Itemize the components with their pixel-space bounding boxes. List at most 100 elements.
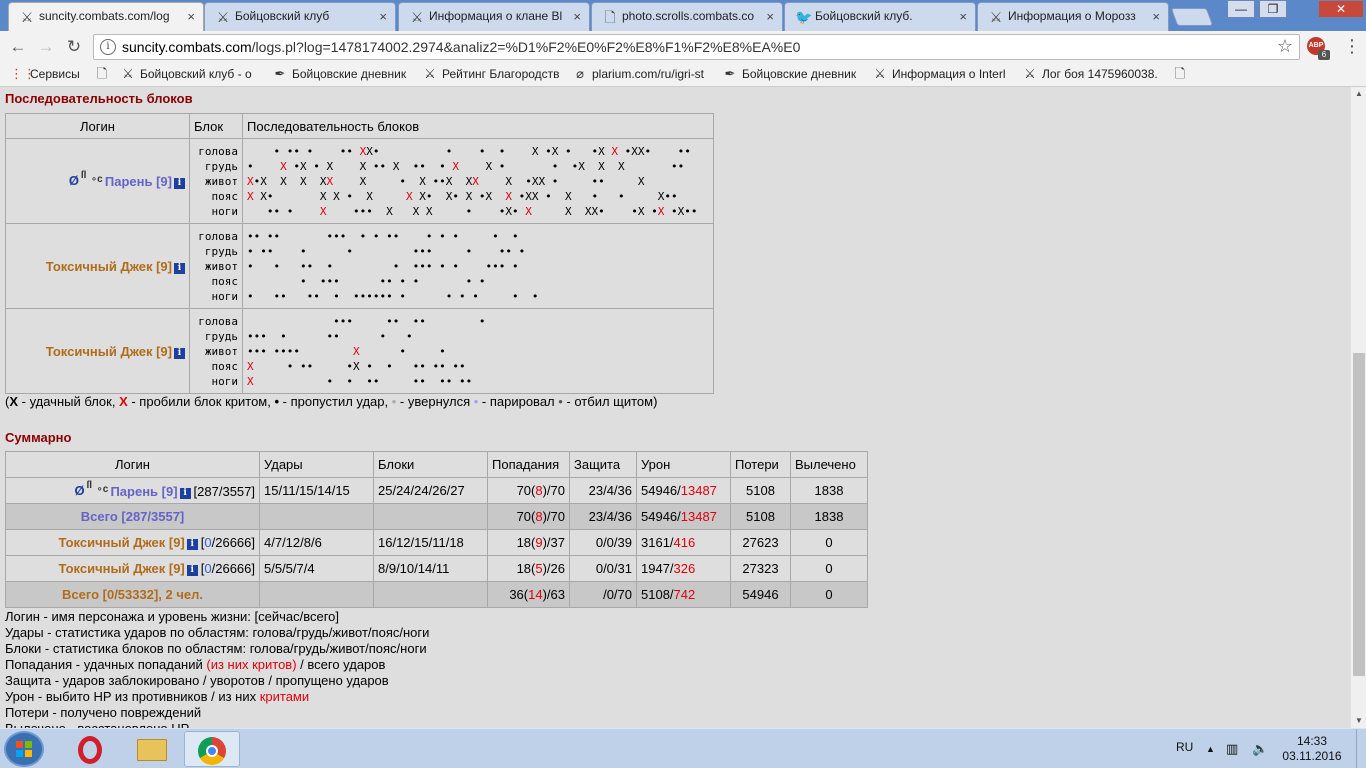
note-line: Вылечено - восстановлено HP xyxy=(5,721,429,728)
tab-close-icon[interactable]: × xyxy=(379,3,387,30)
page-icon: 🗋 xyxy=(604,9,616,25)
note-highlight: критами xyxy=(259,689,310,704)
tab-1[interactable]: ⚔ Бойцовский клуб × xyxy=(204,2,396,31)
page-icon: 🗋 xyxy=(96,66,108,81)
player-name-link[interactable]: Токсичный Джек [9] xyxy=(46,259,172,274)
block-sequence-line: ••• •••• X • • xyxy=(247,344,446,358)
summary-section-title: Суммарно xyxy=(5,430,72,445)
player-info-icon[interactable]: i xyxy=(174,178,185,189)
hits-landed: 36( xyxy=(509,587,529,602)
chrome-icon[interactable] xyxy=(184,731,240,767)
back-button[interactable]: ← xyxy=(8,37,28,57)
url-text: suncity.combats.com/logs.pl?log=14781740… xyxy=(122,39,800,55)
bookmark-item[interactable]: ⌀ plarium.com/ru/igri-st xyxy=(572,66,732,83)
player-info-icon[interactable]: i xyxy=(174,262,185,274)
tab-close-icon[interactable]: × xyxy=(959,3,967,30)
bookmark-star-icon[interactable]: ☆ xyxy=(1277,36,1293,57)
window-close-button[interactable]: ✕ xyxy=(1318,0,1364,18)
start-button[interactable] xyxy=(4,731,44,767)
show-hidden-icons-icon[interactable]: ▲ xyxy=(1206,729,1215,768)
summary-healed-cell: 1838 xyxy=(790,503,868,530)
url-host: suncity.combats.com xyxy=(122,39,252,55)
maximize-button[interactable]: ❐ xyxy=(1259,0,1287,18)
player-info-icon[interactable]: i xyxy=(174,347,185,359)
tab-close-icon[interactable]: × xyxy=(573,3,581,30)
scrollbar-thumb[interactable] xyxy=(1353,353,1365,676)
damage-crit: 742 xyxy=(673,587,696,602)
minimize-button[interactable]: — xyxy=(1227,0,1255,18)
hits-total: )/26 xyxy=(542,561,565,576)
player-hp-rest: /26666] xyxy=(211,535,255,550)
apps-grid-icon: ⋮⋮ xyxy=(10,66,36,81)
language-indicator[interactable]: RU xyxy=(1176,729,1193,768)
opera-icon[interactable] xyxy=(62,731,118,767)
damage-value: 3161/ xyxy=(641,535,674,550)
crossed-swords-icon: ⚔ xyxy=(216,9,230,25)
tab-close-icon[interactable]: × xyxy=(187,3,195,30)
show-desktop-button[interactable] xyxy=(1356,729,1366,768)
bookmark-item[interactable]: ✒ Бойцовские дневник xyxy=(722,66,882,83)
player-info-icon[interactable]: i xyxy=(186,539,198,550)
note-line: Защита - ударов заблокировано / уворотов… xyxy=(5,673,429,689)
summary-defense-cell: 23/4/36 xyxy=(569,477,637,504)
summary-col-header: Урон xyxy=(636,451,731,478)
losses-value: 27623 xyxy=(742,535,779,550)
url-path: /logs.pl?log=1478174002.2974&analiz2=%D1… xyxy=(251,39,801,55)
network-icon[interactable]: ▥ xyxy=(1226,729,1238,768)
summary-losses-cell: 5108 xyxy=(730,477,791,504)
bookmark-item[interactable]: ⚔ Рейтинг Благородств xyxy=(422,66,582,83)
new-tab-button[interactable] xyxy=(1170,8,1214,26)
block-sequence-line: ••• • •• • • xyxy=(247,329,413,343)
tab-5[interactable]: ⚔ Информация о Морозз × xyxy=(977,2,1169,31)
damage-crit: 416 xyxy=(673,535,696,550)
browser-menu-icon[interactable]: ⋮ xyxy=(1343,36,1361,56)
explorer-folder-icon[interactable] xyxy=(124,731,180,767)
tab-close-icon[interactable]: × xyxy=(766,3,774,30)
site-info-icon[interactable]: i xyxy=(100,39,116,55)
reload-button[interactable]: ↻ xyxy=(64,37,84,57)
player-name-link[interactable]: Парень [9] xyxy=(105,174,172,189)
bookmark-item[interactable]: ⋮⋮ Сервисы xyxy=(10,66,104,83)
legend-text: - отбил щитом) xyxy=(562,394,658,409)
system-clock[interactable]: 14:33 03.11.2016 xyxy=(1280,734,1344,764)
player-name-link[interactable]: Токсичный Джек [9] xyxy=(46,344,172,359)
adblock-count-badge: 6 xyxy=(1318,50,1330,60)
blocks-table: Логин Блок Последовательность блоков Øſl… xyxy=(5,113,714,394)
damage-value: 54946/ xyxy=(641,509,681,524)
bookmark-item[interactable]: ⚔ Лог боя 1475960038. xyxy=(1022,66,1182,83)
bookmark-item[interactable]: ⚔ Бойцовский клуб - о xyxy=(120,66,280,83)
summary-blocks-cell: 8/9/10/14/11 xyxy=(373,555,488,582)
player-info-icon[interactable]: i xyxy=(179,487,191,499)
forward-button[interactable]: → xyxy=(36,37,56,57)
player-info-icon[interactable]: i xyxy=(186,565,198,576)
bookmark-item[interactable]: 🗋 xyxy=(1172,66,1208,83)
scroll-up-icon[interactable]: ▲ xyxy=(1351,87,1366,101)
note-text: Урон - выбито HP из противников / из них xyxy=(5,689,260,704)
zone-label: голова xyxy=(198,314,238,328)
address-bar[interactable]: i suncity.combats.com/logs.pl?log=147817… xyxy=(93,34,1300,60)
page-icon: 🗋 xyxy=(1174,66,1186,81)
blocks-sequence-cell: •• •• ••• • • •• • • • • • • •• • • ••• •… xyxy=(242,223,714,309)
scroll-down-icon[interactable]: ▼ xyxy=(1351,714,1366,728)
bookmark-item[interactable]: ✒ Бойцовские дневник xyxy=(272,66,432,83)
tab-2[interactable]: ⚔ Информация о клане Bl × xyxy=(398,2,590,31)
blocks-player-row: Токсичный Джек [9] i голова грудь живот пояс н… xyxy=(5,223,714,309)
tab-0[interactable]: ⚔ suncity.combats.com/log × xyxy=(8,2,204,31)
tab-close-icon[interactable]: × xyxy=(1152,3,1160,30)
note-line: Потери - получено повреждений xyxy=(5,705,429,721)
hits-value: 5/5/5/7/4 xyxy=(264,561,315,576)
volume-icon[interactable]: 🔈 xyxy=(1252,729,1268,768)
windows-taskbar: RU ▲ ▥ 🔈 14:33 03.11.2016 xyxy=(0,728,1366,768)
tab-4[interactable]: 🐦 Бойцовский клуб. × xyxy=(784,2,976,31)
hits-value: 15/11/15/14/15 xyxy=(264,483,350,498)
clock-date: 03.11.2016 xyxy=(1282,749,1342,763)
bookmark-item[interactable]: ⚔ Информация о Interl xyxy=(872,66,1032,83)
player-name-link[interactable]: Токсичный Джек [9] xyxy=(58,535,184,550)
tab-3[interactable]: 🗋 photo.scrolls.combats.co × xyxy=(591,2,783,31)
summary-player-row: Токсичный Джек [9] i [0/26666] 5/5/5/7/4 8/9… xyxy=(5,555,868,582)
legend-text: - парировал xyxy=(478,394,559,409)
summary-losses-cell: 27623 xyxy=(730,529,791,556)
player-name-link[interactable]: Токсичный Джек [9] xyxy=(58,561,184,576)
page-scrollbar[interactable]: ▲ ▼ xyxy=(1350,87,1366,728)
player-name-link[interactable]: Парень [9] xyxy=(110,484,177,499)
